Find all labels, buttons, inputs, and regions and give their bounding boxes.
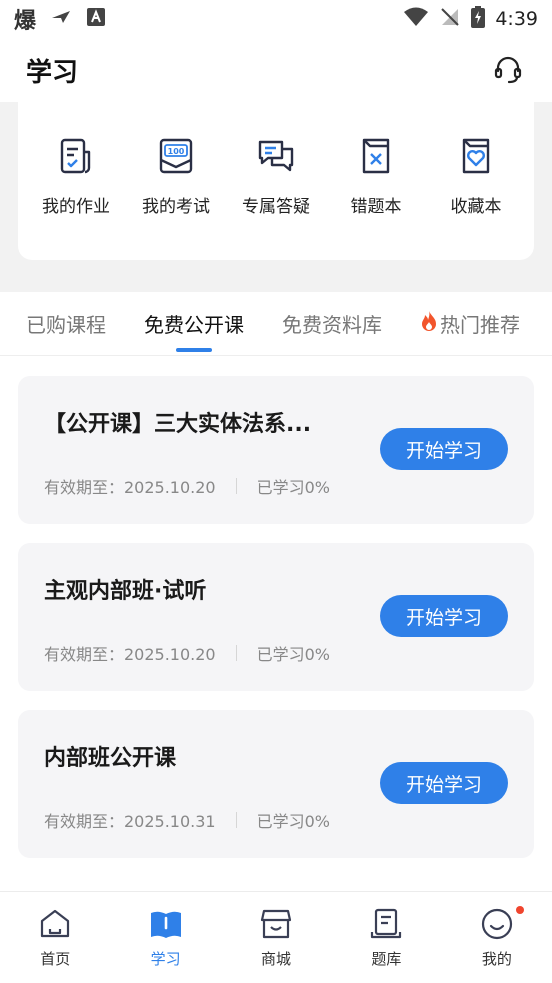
course-title: 主观内部班·试听 (44, 579, 207, 604)
tool-label: 我的考试 (142, 197, 210, 217)
nav-study[interactable]: 学习 (110, 892, 220, 983)
nav-label: 首页 (40, 950, 71, 968)
meta-divider (235, 478, 237, 494)
course-validity: 有效期至：2025.10.20 (44, 478, 216, 497)
status-bar: 爆 4:39 (0, 0, 552, 38)
tab-label: 已购课程 (26, 313, 106, 337)
tab-label: 免费资料库 (282, 313, 382, 337)
customer-service-headset-icon[interactable] (490, 52, 526, 88)
no-signal-icon (439, 6, 461, 32)
nav-label: 我的 (481, 950, 512, 968)
tool-my-homework[interactable]: 我的作业 (26, 134, 126, 260)
tab-free-materials[interactable]: 免费资料库 (282, 309, 382, 338)
nav-question-bank[interactable]: 题库 (331, 892, 441, 983)
meta-divider (235, 812, 237, 828)
svg-text:100: 100 (168, 147, 185, 156)
status-right: 4:39 (403, 6, 538, 32)
tool-exclusive-qa[interactable]: 专属答疑 (226, 134, 326, 260)
tab-purchased-courses[interactable]: 已购课程 (26, 309, 106, 338)
homework-icon (54, 134, 98, 178)
start-learning-button[interactable]: 开始学习 (380, 595, 508, 637)
course-progress: 已学习0% (256, 645, 331, 664)
bottom-nav: 首页 学习 商城 题库 我的 (0, 891, 552, 983)
active-tab-indicator (176, 348, 212, 352)
header: 学习 (0, 38, 552, 102)
status-time: 4:39 (495, 8, 538, 30)
nav-label: 题库 (371, 950, 402, 968)
tab-free-open-courses[interactable]: 免费公开课 (144, 309, 244, 352)
qa-chat-icon (254, 134, 298, 178)
course-validity: 有效期至：2025.10.20 (44, 645, 216, 664)
status-left: 爆 (14, 3, 106, 35)
tab-label: 免费公开课 (144, 313, 244, 337)
nav-label: 商城 (261, 950, 292, 968)
tab-label: 热门推荐 (440, 313, 520, 337)
nav-label: 学习 (150, 950, 181, 968)
send-arrow-icon (50, 9, 72, 29)
course-title: 【公开课】三大实体法系... (44, 412, 312, 437)
wifi-icon (403, 7, 429, 31)
page-title: 学习 (26, 57, 79, 88)
store-icon (258, 906, 294, 942)
tool-favorites[interactable]: 收藏本 (426, 134, 526, 260)
tab-hot-recommend[interactable]: 热门推荐 (420, 309, 520, 338)
nav-store[interactable]: 商城 (221, 892, 331, 983)
course-tabs: 已购课程 免费公开课 免费资料库 热门推荐 (0, 292, 552, 356)
question-bank-icon (368, 906, 404, 942)
course-list: 【公开课】三大实体法系... 有效期至：2025.10.20 已学习0% 开始学… (18, 376, 534, 877)
nav-home[interactable]: 首页 (0, 892, 110, 983)
tool-my-exam[interactable]: 100 我的考试 (126, 134, 226, 260)
study-book-icon (148, 906, 184, 942)
favorites-icon (454, 134, 498, 178)
profile-smile-icon (479, 906, 515, 942)
course-validity: 有效期至：2025.10.31 (44, 812, 216, 831)
text-a-icon (86, 7, 106, 31)
fire-icon (420, 310, 438, 337)
course-meta: 有效期至：2025.10.20 已学习0% (44, 641, 330, 665)
course-card[interactable]: 【公开课】三大实体法系... 有效期至：2025.10.20 已学习0% 开始学… (18, 376, 534, 524)
course-meta: 有效期至：2025.10.31 已学习0% (44, 808, 330, 832)
quick-tools-card: 我的作业 100 我的考试 专属答疑 错题本 收藏本 (18, 102, 534, 260)
meta-divider (235, 645, 237, 661)
notification-dot (516, 906, 525, 914)
nav-profile[interactable]: 我的 (442, 892, 552, 983)
tool-wrong-questions[interactable]: 错题本 (326, 134, 426, 260)
course-progress: 已学习0% (256, 478, 331, 497)
tool-label: 错题本 (350, 197, 402, 217)
home-icon (37, 906, 73, 942)
start-learning-button[interactable]: 开始学习 (380, 428, 508, 470)
wrong-questions-icon (354, 134, 398, 178)
exam-icon: 100 (154, 134, 198, 178)
tool-label: 收藏本 (450, 197, 502, 217)
course-progress: 已学习0% (256, 812, 331, 831)
course-card[interactable]: 内部班公开课 有效期至：2025.10.31 已学习0% 开始学习 (18, 710, 534, 858)
battery-charging-icon (471, 6, 486, 32)
app-notification-icon: 爆 (14, 9, 37, 34)
tool-label: 我的作业 (42, 197, 110, 217)
course-card[interactable]: 主观内部班·试听 有效期至：2025.10.20 已学习0% 开始学习 (18, 543, 534, 691)
course-title: 内部班公开课 (44, 746, 177, 771)
course-meta: 有效期至：2025.10.20 已学习0% (44, 474, 330, 498)
start-learning-button[interactable]: 开始学习 (380, 762, 508, 804)
tool-label: 专属答疑 (242, 197, 310, 217)
